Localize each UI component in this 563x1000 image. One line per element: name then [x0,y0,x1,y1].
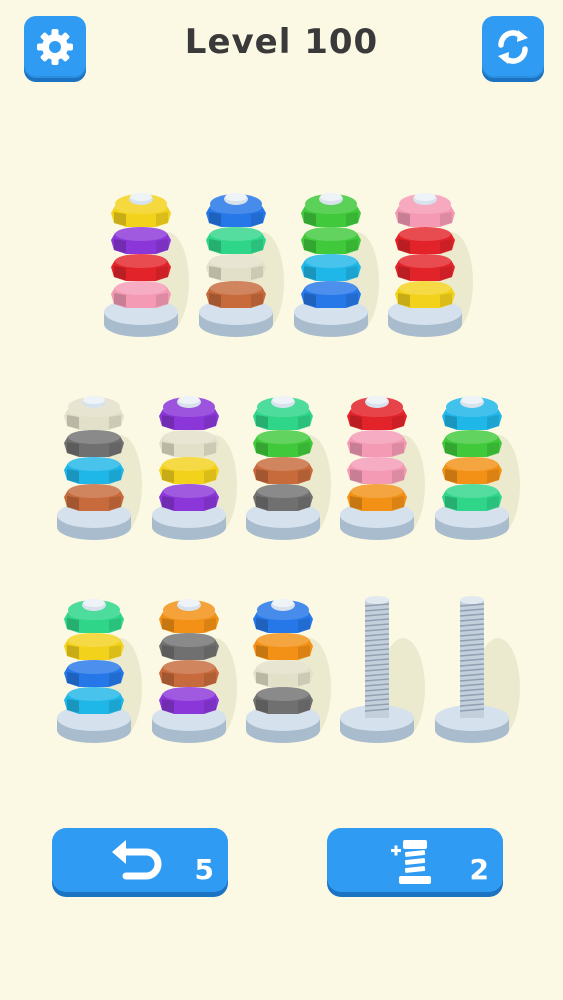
nut-brown [64,484,124,511]
pole[interactable] [340,396,425,540]
pole[interactable] [57,599,142,743]
nut-pink [395,193,455,227]
nut-brown [253,457,313,484]
nut-pink [347,430,407,457]
nut-red [395,254,455,281]
nut-cream [253,660,313,687]
nut-gray [64,430,124,457]
pole[interactable] [388,193,473,337]
nut-cream [64,396,124,430]
nut-cyan [442,396,502,430]
pole[interactable] [152,396,237,540]
bolt-tip [365,596,389,604]
pole[interactable] [104,193,189,337]
bolt-tip [460,596,484,604]
pole[interactable] [57,396,142,540]
nut-green [301,227,361,254]
nut-red [347,396,407,430]
nut-cyan [64,457,124,484]
undo-button[interactable]: 5 [52,828,228,892]
nut-blue [301,281,361,308]
nut-yellow [395,281,455,308]
nut-cyan [64,687,124,714]
nut-cyan [301,254,361,281]
nut-cream [206,254,266,281]
nut-mint [442,484,502,511]
nut-orange [347,484,407,511]
nut-orange [253,633,313,660]
add-bolt-icon [391,840,431,884]
nut-blue [206,193,266,227]
nut-purple [159,687,219,714]
nut-gray [253,687,313,714]
nut-brown [206,281,266,308]
pole[interactable] [246,599,331,743]
pole[interactable] [152,599,237,743]
nut-cream [159,430,219,457]
nut-gray [253,484,313,511]
pole[interactable] [435,396,520,540]
nut-pink [111,281,171,308]
nut-blue [253,599,313,633]
pole[interactable] [199,193,284,337]
add-pole-count: 2 [469,853,489,886]
nut-green [442,430,502,457]
pole[interactable] [246,396,331,540]
pole[interactable] [340,596,425,743]
nut-red [395,227,455,254]
add-pole-button[interactable]: 2 [327,828,503,892]
nut-brown [159,660,219,687]
nut-orange [442,457,502,484]
undo-count: 5 [194,853,214,886]
undo-arrow-icon [112,840,162,880]
nut-gray [159,633,219,660]
pole[interactable] [435,596,520,743]
nut-green [301,193,361,227]
nut-purple [159,484,219,511]
nut-yellow [111,193,171,227]
nut-red [111,254,171,281]
nut-purple [159,396,219,430]
nut-yellow [64,633,124,660]
nut-purple [111,227,171,254]
nut-mint [206,227,266,254]
nut-blue [64,660,124,687]
nut-pink [347,457,407,484]
nut-yellow [159,457,219,484]
nut-green [253,430,313,457]
nut-orange [159,599,219,633]
nut-mint [253,396,313,430]
pole[interactable] [294,193,379,337]
nut-mint [64,599,124,633]
